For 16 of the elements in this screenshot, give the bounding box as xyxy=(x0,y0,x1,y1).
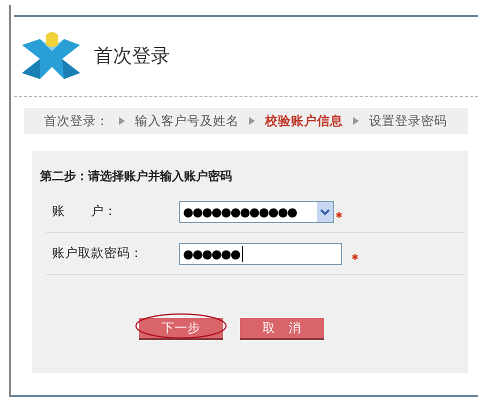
page-title: 首次登录 xyxy=(94,44,170,70)
chevron-down-icon xyxy=(317,202,333,222)
step-heading: 第二步：请选择账户并输入账户密码 xyxy=(40,168,233,185)
breadcrumb-step: 设置登录密码 xyxy=(369,112,447,130)
breadcrumb-step: 输入客户号及姓名 xyxy=(135,112,239,130)
account-select[interactable]: ●●●●●●●●●●●● xyxy=(179,200,334,222)
triangle-icon xyxy=(353,117,359,125)
field-label: 账户取款密码： xyxy=(51,244,144,262)
breadcrumb-label: 首次登录： xyxy=(44,112,109,130)
breadcrumb-step: 校验账户信息 xyxy=(265,112,343,130)
form-button[interactable]: 下一步 xyxy=(139,318,223,340)
triangle-icon xyxy=(119,117,125,125)
field-label: 账 户： xyxy=(51,202,118,220)
triangle-icon xyxy=(249,117,255,125)
form-button[interactable]: 取 消 xyxy=(240,318,324,340)
password-field[interactable]: ●●●●●● xyxy=(179,242,342,264)
